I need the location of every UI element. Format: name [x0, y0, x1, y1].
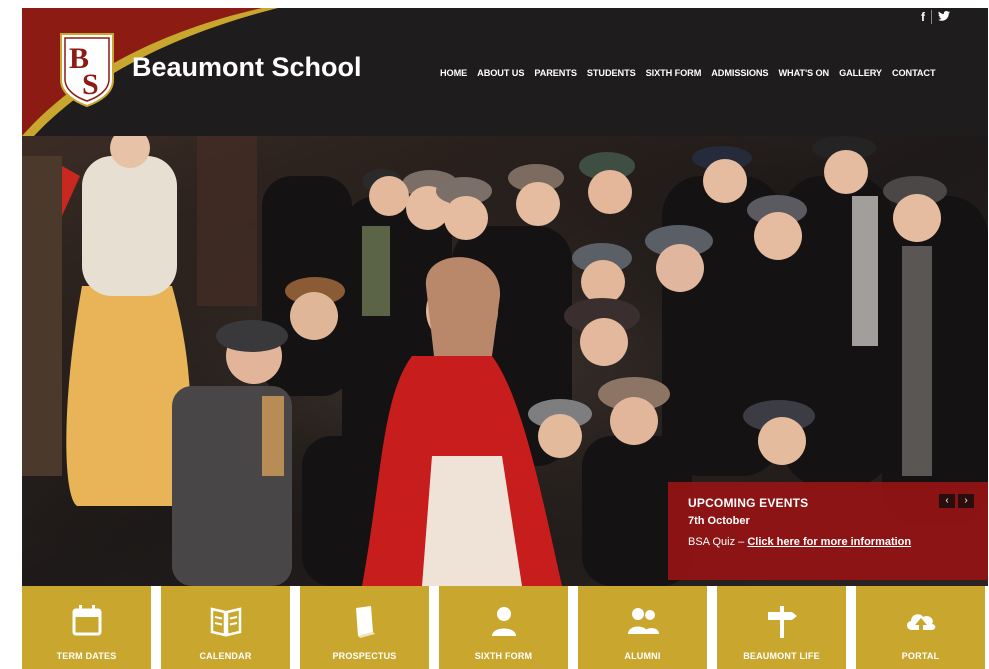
quick-links: TERM DATES CALENDAR PROSPECTUS SIXTH FOR…: [22, 586, 988, 669]
tile-label: BEAUMONT LIFE: [743, 651, 820, 661]
book-icon: [355, 606, 375, 638]
hero-photo: UPCOMING EVENTS ‹ › 7th October BSA Quiz…: [22, 136, 988, 586]
signpost-icon: [767, 606, 797, 638]
nav-home[interactable]: HOME: [435, 68, 472, 78]
events-prev-button[interactable]: ‹: [939, 494, 955, 508]
school-name[interactable]: Beaumont School: [132, 52, 362, 83]
event-name: BSA Quiz –: [688, 536, 748, 548]
person-icon: [491, 607, 516, 636]
tile-alumni[interactable]: ALUMNI: [578, 586, 707, 669]
site-header: B S Beaumont School f HOME ABOUT US PARE…: [22, 8, 988, 136]
social-divider: [931, 10, 932, 24]
event-date: 7th October: [688, 515, 750, 527]
nav-contact[interactable]: CONTACT: [887, 68, 941, 78]
book-open-icon: [210, 607, 241, 637]
school-crest-logo[interactable]: B S: [58, 32, 116, 108]
page-frame: B S Beaumont School f HOME ABOUT US PARE…: [22, 8, 988, 669]
nav-parents[interactable]: PARENTS: [529, 68, 582, 78]
facebook-icon[interactable]: f: [921, 10, 925, 24]
people-icon: [627, 608, 659, 634]
nav-whats-on[interactable]: WHAT'S ON: [773, 68, 834, 78]
cloud-upload-icon: [906, 614, 935, 632]
main-nav: HOME ABOUT US PARENTS STUDENTS SIXTH FOR…: [435, 68, 940, 78]
tile-calendar[interactable]: CALENDAR: [161, 586, 290, 669]
events-next-button[interactable]: ›: [958, 494, 974, 508]
tile-label: TERM DATES: [56, 651, 117, 661]
tile-portal[interactable]: PORTAL: [856, 586, 985, 669]
tile-label: SIXTH FORM: [474, 651, 533, 661]
tile-label: CALENDAR: [199, 651, 252, 661]
tile-beaumont-life[interactable]: BEAUMONT LIFE: [717, 586, 846, 669]
events-arrows: ‹ ›: [939, 494, 974, 508]
event-info: BSA Quiz – Click here for more informati…: [688, 536, 911, 548]
tile-prospectus[interactable]: PROSPECTUS: [300, 586, 429, 669]
nav-admissions[interactable]: ADMISSIONS: [706, 68, 773, 78]
calendar-icon: [72, 605, 101, 636]
tile-term-dates[interactable]: TERM DATES: [22, 586, 151, 669]
twitter-icon[interactable]: [938, 10, 950, 24]
tile-label: PROSPECTUS: [332, 651, 397, 661]
svg-text:S: S: [82, 68, 99, 101]
event-more-info-link[interactable]: Click here for more information: [747, 536, 911, 548]
upcoming-events-panel: UPCOMING EVENTS ‹ › 7th October BSA Quiz…: [668, 482, 988, 580]
tile-label: PORTAL: [901, 651, 940, 661]
nav-students[interactable]: STUDENTS: [582, 68, 641, 78]
nav-about-us[interactable]: ABOUT US: [472, 68, 529, 78]
nav-sixth-form[interactable]: SIXTH FORM: [641, 68, 707, 78]
tile-sixth-form[interactable]: SIXTH FORM: [439, 586, 568, 669]
tile-label: ALUMNI: [624, 651, 661, 661]
nav-gallery[interactable]: GALLERY: [834, 68, 887, 78]
events-title: UPCOMING EVENTS: [688, 496, 809, 510]
social-links: f: [921, 10, 950, 24]
